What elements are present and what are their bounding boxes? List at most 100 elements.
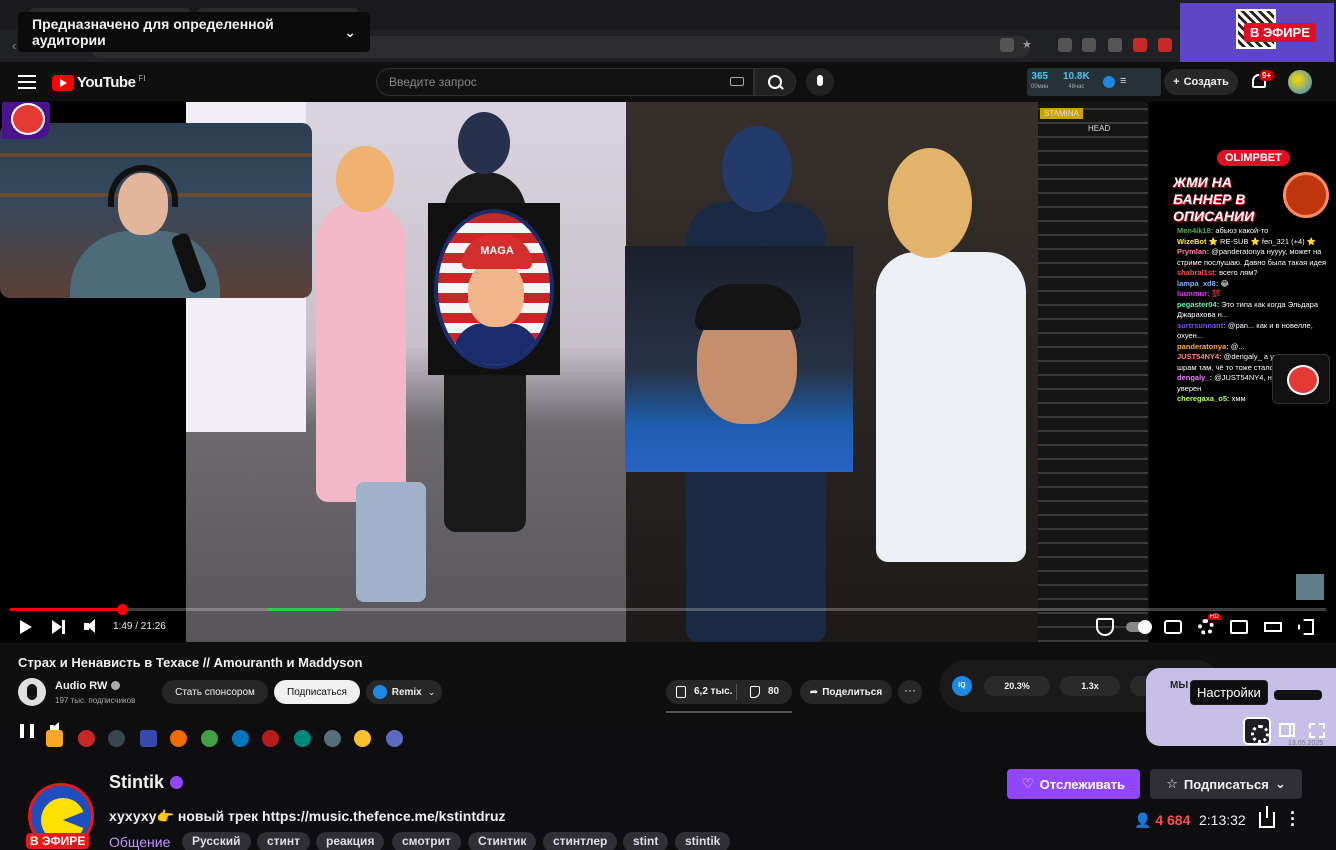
settings-tooltip: Настройки xyxy=(1190,680,1268,705)
comment-icon[interactable] xyxy=(750,686,760,698)
gear-icon[interactable] xyxy=(1198,619,1214,635)
progress-scrubber[interactable] xyxy=(116,604,128,615)
stamina-label: STAMINA xyxy=(1040,108,1083,119)
tag[interactable]: стинтлер xyxy=(543,832,618,850)
subtitles-icon[interactable] xyxy=(1164,620,1182,634)
hair xyxy=(695,284,801,330)
chat-message: WizeBot ⭐ RE-SUB ⭐ fen_321 (+4) ⭐ xyxy=(1177,236,1317,246)
category-link[interactable]: Общение xyxy=(109,834,170,850)
like-icon[interactable] xyxy=(676,686,686,698)
jeans xyxy=(356,482,426,602)
remix-button[interactable]: Remix ⌄ xyxy=(366,680,442,704)
pause-icon[interactable] xyxy=(20,724,34,738)
youtube-logo[interactable]: YouTube FI xyxy=(52,74,146,91)
extension-icon[interactable] xyxy=(1133,38,1147,52)
chat-message: shabral1st: всего лям? xyxy=(1177,268,1258,277)
star-icon[interactable]: ★ xyxy=(1022,38,1036,52)
channel-name[interactable]: Audio RW xyxy=(55,680,121,692)
chat-message: pegaster04: Это типа как когда Эльдара Д… xyxy=(1177,299,1319,320)
shield-icon[interactable] xyxy=(1096,618,1114,636)
cat-text: МЫ xyxy=(1170,680,1189,691)
youtube-play-icon xyxy=(52,74,74,91)
channel-avatar[interactable] xyxy=(18,678,46,706)
channel-name[interactable]: Stintik xyxy=(109,772,184,793)
youtube-header: YouTube FI Введите запрос 365 00мин 10.8… xyxy=(0,62,1336,102)
like-dislike-group[interactable]: 6,2 тыс. 80 xyxy=(666,680,792,704)
chevron-down-icon: ⌄ xyxy=(427,686,436,697)
voice-search-button[interactable] xyxy=(806,68,834,96)
subscribe-button[interactable]: ☆ Подписаться ⌄ xyxy=(1150,769,1302,799)
share-button[interactable]: ➦ Поделиться xyxy=(800,680,892,704)
tag[interactable]: stint xyxy=(623,832,669,850)
more-actions-button[interactable]: ··· xyxy=(898,680,922,704)
olimpbet-logo: OLIMPBET xyxy=(1217,150,1290,166)
extension-icon[interactable] xyxy=(1108,38,1122,52)
theater-mode-icon[interactable] xyxy=(1264,622,1282,632)
next-icon[interactable] xyxy=(52,620,66,634)
iq-icon xyxy=(372,685,387,699)
follow-label: Отслеживать xyxy=(1039,776,1125,792)
fullscreen-icon[interactable] xyxy=(1309,723,1325,738)
stream-uptime: 2:13:32 xyxy=(1199,812,1246,828)
tag[interactable]: реакция xyxy=(316,832,385,850)
extension-icon[interactable] xyxy=(1082,38,1096,52)
live-corner-banner: В ЭФИРЕ xyxy=(1180,3,1334,66)
steam-icon xyxy=(108,730,125,747)
live-badge-top: В ЭФИРЕ xyxy=(1244,23,1316,42)
remix-label: Remix xyxy=(391,686,422,698)
back-icon[interactable]: ‹ xyxy=(12,38,16,53)
face xyxy=(468,261,524,327)
iq-stat: 1.3x xyxy=(1060,676,1120,696)
audience-notice[interactable]: Предназначено для определенной аудитории… xyxy=(18,12,370,52)
more-options-icon[interactable]: · · · xyxy=(1290,804,1296,834)
volume-icon[interactable] xyxy=(84,619,100,635)
stat-value: 365 xyxy=(1031,71,1049,82)
theater-mode-icon[interactable] xyxy=(1279,723,1295,737)
extension-icon[interactable] xyxy=(1158,38,1172,52)
share-icon[interactable] xyxy=(1259,806,1275,828)
keyboard-icon[interactable] xyxy=(730,77,744,86)
gear-icon[interactable] xyxy=(1243,717,1271,745)
tag[interactable]: стинт xyxy=(257,832,311,850)
tag[interactable]: Русский xyxy=(182,832,251,850)
miniplayer-icon[interactable] xyxy=(1230,620,1248,634)
list-icon[interactable]: ≡ xyxy=(1120,75,1126,87)
iq-icon[interactable] xyxy=(1103,76,1115,88)
chat-message: Men4ik18: абьюз какой-то xyxy=(1177,226,1269,235)
search-button[interactable] xyxy=(754,68,796,96)
progress-bar[interactable] xyxy=(10,608,1326,611)
play-icon[interactable] xyxy=(20,620,32,634)
stat-label: 48час xyxy=(1068,84,1085,90)
like-count: 6,2 тыс. xyxy=(694,686,733,697)
extension-icon[interactable] xyxy=(1058,38,1072,52)
follow-button[interactable]: ♡ Отслеживать xyxy=(1007,769,1140,799)
star-icon: ☆ xyxy=(1166,776,1178,791)
tomato-icon xyxy=(2,102,50,139)
tag[interactable]: смотрит xyxy=(392,832,461,850)
share-arrow-icon: ➦ xyxy=(809,686,819,698)
cosplayer-head xyxy=(336,146,394,212)
chrome-icon xyxy=(201,730,218,747)
divider xyxy=(736,684,737,700)
live-badge: В ЭФИРЕ xyxy=(26,833,90,849)
create-button[interactable]: + Создать xyxy=(1164,69,1238,95)
cosplayer-head xyxy=(888,148,972,258)
tag[interactable]: Стинтик xyxy=(468,832,537,850)
video-player[interactable]: STAMINA HEAD MAGA xyxy=(0,102,1148,642)
account-avatar[interactable] xyxy=(1288,70,1312,94)
cast-icon[interactable] xyxy=(1000,38,1014,52)
iq-stat: 20.3% xyxy=(984,676,1050,696)
progress-segment xyxy=(268,608,340,611)
sponsor-button[interactable]: Стать спонсором xyxy=(162,680,268,704)
autoplay-toggle[interactable] xyxy=(1126,620,1152,634)
subscribe-button[interactable]: Подписаться xyxy=(274,680,360,704)
maga-cap: MAGA xyxy=(462,235,532,269)
tag[interactable]: stintik xyxy=(675,832,731,850)
olimpbet-banner[interactable]: OLIMPBET ЖМИ НА БАННЕР В ОПИСАНИИ xyxy=(1173,150,1333,232)
menu-icon[interactable] xyxy=(18,75,36,89)
mini-avatar xyxy=(1296,574,1324,600)
head-label: HEAD xyxy=(1088,124,1111,133)
youtube-wordmark: YouTube xyxy=(77,74,136,91)
search-input[interactable]: Введите запрос xyxy=(376,68,754,96)
create-label: Создать xyxy=(1183,76,1229,88)
